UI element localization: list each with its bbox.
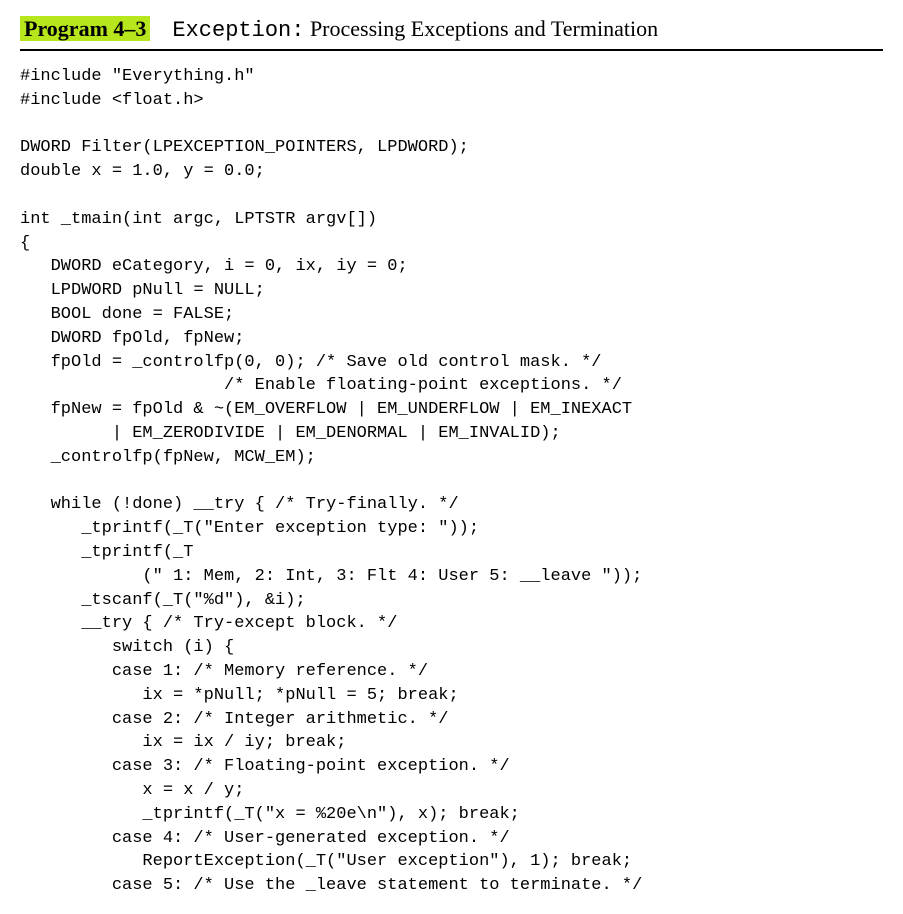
program-label: Program 4–3 [20,16,150,41]
code-block: #include "Everything.h" #include <float.… [20,65,883,898]
heading-separator [156,16,167,41]
program-heading: Program 4–3 Exception: Processing Except… [20,16,883,51]
heading-subtitle: Processing Exceptions and Termination [310,16,658,41]
code-title: Exception: [172,18,304,43]
